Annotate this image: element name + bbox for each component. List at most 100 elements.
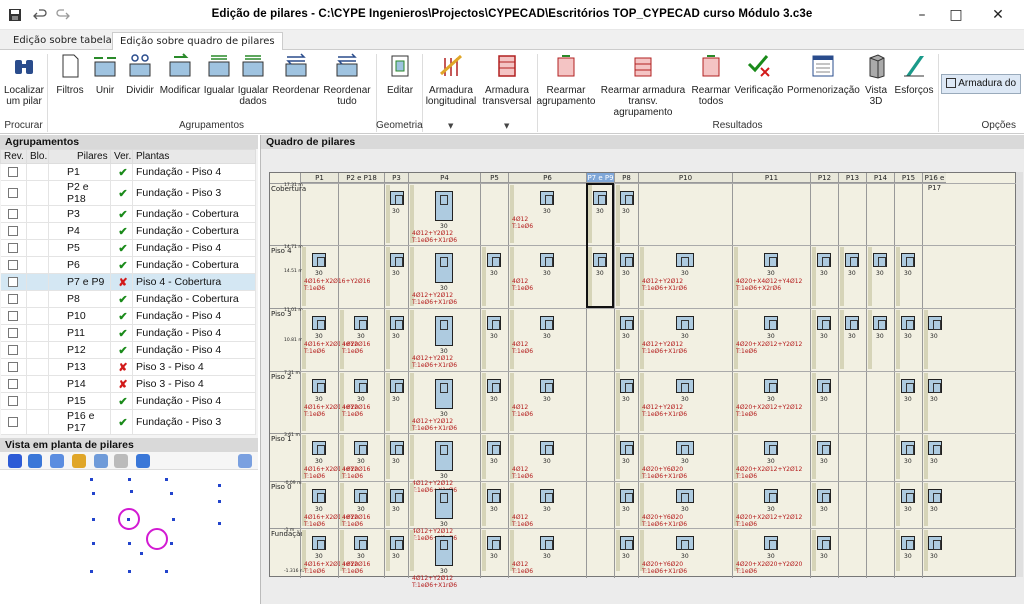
rev-checkbox[interactable]	[0, 324, 27, 342]
pillar-section[interactable]	[390, 191, 404, 205]
pillar-section[interactable]	[764, 379, 778, 393]
rearmar-transv-button[interactable]: Rearmar armadura transv. agrupamento	[598, 52, 688, 118]
pillar-section[interactable]	[390, 536, 404, 550]
pillar-section[interactable]	[928, 379, 942, 393]
pillar-section[interactable]	[540, 316, 554, 330]
rev-checkbox[interactable]	[0, 409, 27, 435]
rev-checkbox[interactable]	[0, 205, 27, 223]
selected-pillar-box[interactable]	[586, 183, 614, 308]
pillar-section[interactable]	[873, 253, 887, 267]
rearmar-agrupamento-button[interactable]: Rearmar agrupamento	[536, 52, 596, 107]
pillar-section[interactable]	[312, 536, 326, 550]
pillar-section[interactable]	[620, 191, 634, 205]
pillar-section[interactable]	[540, 489, 554, 503]
rev-checkbox[interactable]	[0, 290, 27, 308]
pillar-point[interactable]	[140, 552, 143, 555]
igualar-dados-button[interactable]: Igualar dados	[236, 52, 270, 107]
pillar-point[interactable]	[170, 542, 173, 545]
pillar-section[interactable]	[390, 316, 404, 330]
rearmar-todos-button[interactable]: Rearmar todos	[690, 52, 732, 107]
pillar-section[interactable]	[901, 441, 915, 455]
column-header[interactable]: P3	[384, 173, 408, 183]
rev-checkbox[interactable]	[0, 273, 27, 291]
column-header[interactable]: P10	[638, 173, 732, 183]
pillar-point[interactable]	[218, 522, 221, 525]
zoom-all-icon[interactable]	[8, 454, 22, 468]
pillar-section[interactable]	[435, 489, 453, 519]
armadura-do-button[interactable]: Armadura do	[941, 74, 1021, 94]
pillar-section[interactable]	[540, 191, 554, 205]
rev-checkbox[interactable]	[0, 163, 27, 181]
pillar-point[interactable]	[90, 570, 93, 573]
pillar-section[interactable]	[817, 441, 831, 455]
pillar-point[interactable]	[130, 490, 133, 493]
select-view-icon[interactable]	[136, 454, 150, 468]
pillar-section[interactable]	[435, 379, 453, 409]
rev-checkbox[interactable]	[0, 180, 27, 206]
maximize-button[interactable]: □	[946, 5, 966, 25]
pillar-point[interactable]	[128, 542, 131, 545]
pillar-section[interactable]	[390, 253, 404, 267]
pillar-section[interactable]	[540, 253, 554, 267]
expand-icon[interactable]	[238, 454, 252, 468]
column-header[interactable]: P4	[408, 173, 480, 183]
column-header[interactable]: P7 e P9	[586, 173, 614, 183]
close-button[interactable]: ✕	[988, 5, 1008, 25]
pillar-section[interactable]	[540, 379, 554, 393]
pillar-section[interactable]	[487, 316, 501, 330]
pillar-section[interactable]	[764, 253, 778, 267]
localizar-button[interactable]: Localizar um pilar	[3, 52, 45, 107]
pillar-section[interactable]	[312, 253, 326, 267]
pillar-section[interactable]	[620, 489, 634, 503]
pillar-section[interactable]	[620, 441, 634, 455]
pillar-section[interactable]	[540, 441, 554, 455]
pillar-section[interactable]	[487, 379, 501, 393]
armadura-longitudinal-button[interactable]: Armadura longitudinal	[424, 52, 478, 107]
rev-checkbox[interactable]	[0, 375, 27, 393]
pillar-section[interactable]	[845, 316, 859, 330]
pillar-section[interactable]	[676, 379, 694, 393]
pillar-section[interactable]	[817, 253, 831, 267]
pillar-section[interactable]	[676, 536, 694, 550]
table-row[interactable]: P15 ✔ Fundação - Piso 4	[0, 392, 256, 410]
pillar-section[interactable]	[676, 253, 694, 267]
transversal-dropdown-icon[interactable]: ▼	[504, 122, 509, 130]
pillar-section[interactable]	[928, 489, 942, 503]
pillar-section[interactable]	[620, 536, 634, 550]
tab-edicao-tabela[interactable]: Edição sobre tabela	[6, 32, 119, 50]
reordenar-button[interactable]: Reordenar	[271, 52, 321, 96]
pillar-section[interactable]	[390, 441, 404, 455]
pillar-section[interactable]	[620, 253, 634, 267]
column-header[interactable]: P8	[614, 173, 638, 183]
column-header[interactable]: P15	[894, 173, 922, 183]
table-row[interactable]: P5 ✔ Fundação - Piso 4	[0, 239, 256, 257]
dividir-button[interactable]: Dividir	[123, 52, 157, 96]
pillar-point[interactable]	[165, 478, 168, 481]
pillar-point[interactable]	[128, 478, 131, 481]
pillar-section[interactable]	[764, 316, 778, 330]
rev-checkbox[interactable]	[0, 222, 27, 240]
pillar-section[interactable]	[620, 379, 634, 393]
pillar-section[interactable]	[817, 489, 831, 503]
pillar-section[interactable]	[676, 441, 694, 455]
refresh-icon[interactable]	[72, 454, 86, 468]
table-row[interactable]: P7 e P9 ✘ Piso 4 - Cobertura	[0, 273, 256, 291]
reordenar-tudo-button[interactable]: Reordenar tudo	[322, 52, 372, 107]
pillar-section[interactable]	[764, 489, 778, 503]
pillar-section[interactable]	[435, 441, 453, 471]
pillar-section[interactable]	[901, 316, 915, 330]
pillar-section[interactable]	[928, 536, 942, 550]
pillar-section[interactable]	[817, 316, 831, 330]
column-header[interactable]: P16 e P17	[922, 173, 946, 192]
zoom-half-icon[interactable]	[50, 454, 64, 468]
pillar-section[interactable]	[901, 253, 915, 267]
pillar-point[interactable]	[92, 492, 95, 495]
pillar-section[interactable]	[676, 489, 694, 503]
pillar-section[interactable]	[901, 536, 915, 550]
pillar-section[interactable]	[435, 253, 453, 283]
zoom-window-icon[interactable]	[28, 454, 42, 468]
column-header[interactable]: P2 e P18	[338, 173, 384, 183]
pillar-point[interactable]	[92, 542, 95, 545]
pillar-point[interactable]	[128, 570, 131, 573]
table-row[interactable]: P11 ✔ Fundação - Piso 4	[0, 324, 256, 342]
